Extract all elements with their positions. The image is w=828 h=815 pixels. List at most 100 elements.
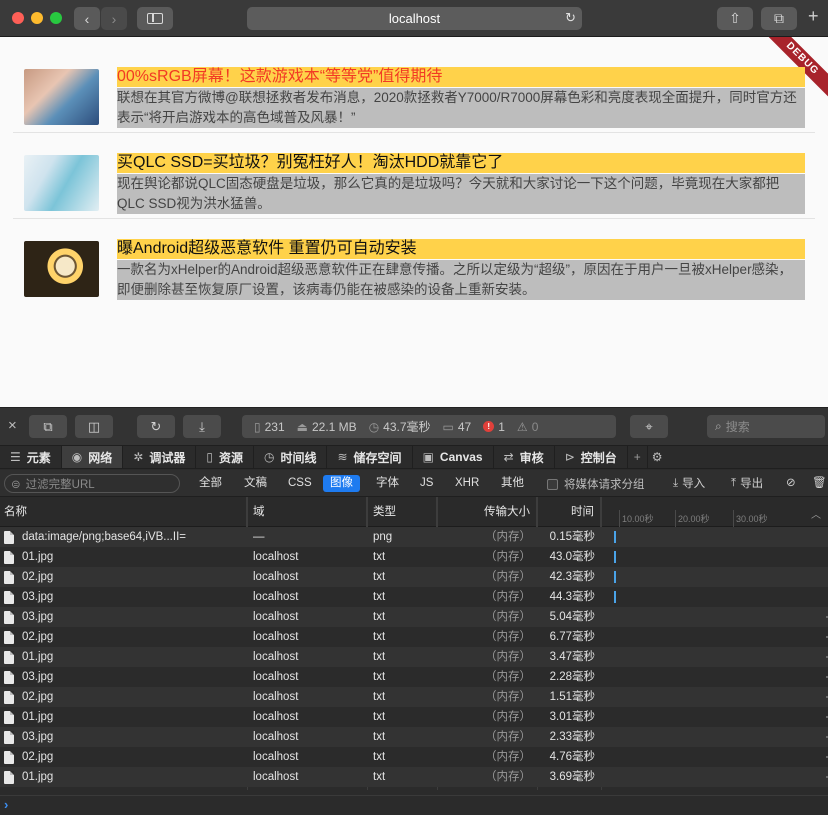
disable-cache-button[interactable]: ⊘ [786,475,796,489]
news-item[interactable]: 曝Android超级恶意软件 重置仍可自动安装 一款名为xHelper的Andr… [13,219,815,305]
table-row[interactable]: 02.jpg localhost txt （内存） 4.76毫秒 [0,747,828,767]
warning-count[interactable]: ⚠ 0 [517,420,538,434]
file-icon [4,770,14,784]
clear-log-button[interactable]: 🗑 [812,475,827,489]
log-count[interactable]: ▭ 47 [443,420,472,434]
page-stats: ▯ 231 ⏏ 22.1 MB ◷ 43.7毫秒 ▭ 47 ! 1 ⚠ 0 [242,415,616,438]
resource-time: 5.04毫秒 [549,611,595,623]
column-name[interactable]: 名称 [0,497,247,527]
news-title[interactable]: 买QLC SSD=买垃圾？别冤枉好人！淘汰HDD就靠它了 [117,153,805,173]
timeline-bar [614,591,616,603]
resource-transfer-size: （内存） [485,571,531,583]
zoom-window-button[interactable] [50,12,62,24]
filter-css[interactable]: CSS [281,475,319,492]
tab-timeline[interactable]: ◷ 时间线 [254,446,328,468]
tab-console[interactable]: ⊳ 控制台 [555,446,628,468]
close-window-button[interactable] [12,12,24,24]
resource-type: txt [373,731,386,743]
table-row[interactable]: 03.jpg localhost txt （内存） 2.33毫秒 [0,727,828,747]
collapse-icon[interactable]: ︿ [811,506,821,521]
tab-debugger[interactable]: ✲ 调试器 [123,446,197,468]
inspector-search[interactable]: ⌕ 搜索 [707,415,825,438]
file-icon [4,710,14,724]
file-icon [4,610,14,624]
tab-network[interactable]: ◉ 网络 [61,446,124,468]
resource-type: txt [373,711,386,723]
resource-name: 03.jpg [4,587,246,607]
resource-time: 2.33毫秒 [549,731,595,743]
reload-page-button[interactable]: ↻ [137,415,175,438]
url-filter-input[interactable]: ⊜ 过滤完整URL [4,474,180,493]
back-button[interactable]: ‹ [74,7,100,30]
import-button[interactable]: ⤓ 导入 [673,475,705,491]
download-archive-button[interactable]: ⤓ [183,415,221,438]
resource-transfer-size: （内存） [485,631,531,643]
table-row[interactable]: data:image/png;base64,iVB...II= — png （内存） 0… [0,527,828,547]
table-row[interactable]: 02.jpg localhost txt （内存） 1.51毫秒 [0,687,828,707]
resource-name: data:image/png;base64,iVB...II= [4,527,246,547]
table-row[interactable]: 01.jpg localhost txt （内存） 43.0毫秒 [0,547,828,567]
table-row[interactable]: 01.jpg localhost txt （内存） 3.69毫秒 [0,767,828,787]
canvas-icon: ▣ [422,450,434,464]
table-row[interactable]: 01.jpg localhost txt （内存） 3.47毫秒 [0,647,828,667]
dock-side-button[interactable]: ◫ [75,415,113,438]
resource-count[interactable]: ▯ 231 [254,420,285,434]
filter-images[interactable]: 图像 [323,475,360,492]
console-prompt-bar[interactable]: › [0,795,828,815]
settings-button[interactable]: ⚙ [648,446,667,468]
sidebar-toggle-button[interactable] [137,7,173,30]
tab-storage[interactable]: ≋ 储存空间 [327,446,413,468]
new-tab-button[interactable]: + [808,6,819,27]
resource-transfer-size: （内存） [485,771,531,783]
column-type[interactable]: 类型 [367,497,437,527]
filter-other[interactable]: 其他 [494,475,531,492]
timeline-tick: 20.00秒 [675,510,710,527]
address-bar[interactable]: localhost ↻ [247,7,582,30]
tabs-overview-button[interactable]: ⧉ [761,7,797,30]
table-row[interactable]: 03.jpg localhost txt （内存） 44.3毫秒 [0,587,828,607]
table-row[interactable]: 03.jpg localhost txt （内存） 2.28毫秒 [0,667,828,687]
share-icon: ⇧ [729,10,741,26]
column-domain[interactable]: 域 [247,497,367,527]
share-button[interactable]: ⇧ [717,7,753,30]
column-transfer-size[interactable]: 传输大小 [437,497,537,527]
table-row[interactable]: 03.jpg localhost txt （内存） 5.04毫秒 [0,607,828,627]
resource-time: 3.47毫秒 [549,651,595,663]
filter-all[interactable]: 全部 [192,475,229,492]
detach-button[interactable]: ⧉ [29,415,67,438]
reload-icon[interactable]: ↻ [565,10,576,26]
tab-resources[interactable]: ▯ 资源 [196,446,254,468]
filter-js[interactable]: JS [413,475,440,492]
export-button[interactable]: ⤒ 导出 [731,475,763,491]
browser-toolbar: ‹ › localhost ↻ ⇧ ⧉ + [0,0,828,37]
minimize-window-button[interactable] [31,12,43,24]
forward-button[interactable]: › [101,7,127,30]
resource-size[interactable]: ⏏ 22.1 MB [297,420,357,434]
news-item[interactable]: 00%sRGB屏幕！这款游戏本“等等党”值得期待 联想在其官方微博@联想拯救者发… [13,47,815,133]
table-row[interactable]: 02.jpg localhost txt （内存） 6.77毫秒 [0,627,828,647]
news-thumbnail [24,241,99,297]
add-tab-button[interactable]: + [628,446,648,468]
tab-audit[interactable]: ⇄ 审核 [494,446,555,468]
resource-transfer-size: （内存） [485,711,531,723]
element-picker-button[interactable]: ⌖ [630,415,668,438]
table-row[interactable]: 01.jpg localhost txt （内存） 3.01毫秒 [0,707,828,727]
column-time[interactable]: 时间 [537,497,601,527]
news-title[interactable]: 00%sRGB屏幕！这款游戏本“等等党”值得期待 [117,67,805,87]
news-item[interactable]: 买QLC SSD=买垃圾？别冤枉好人！淘汰HDD就靠它了 现在舆论都说QLC固态… [13,133,815,219]
filter-xhr[interactable]: XHR [448,475,486,492]
resource-name: 01.jpg [4,767,246,787]
news-title[interactable]: 曝Android超级恶意软件 重置仍可自动安装 [117,239,805,259]
tab-canvas[interactable]: ▣ Canvas [413,446,494,468]
filter-documents[interactable]: 文稿 [237,475,274,492]
checkbox[interactable] [547,478,558,490]
inspector-toolbar: × ⧉ ◫ ↻ ⤓ ▯ 231 ⏏ 22.1 MB ◷ 43.7毫秒 ▭ 47 ! 1 ⚠… [0,407,828,445]
tab-elements[interactable]: ☰ 元素 [0,446,62,468]
filter-fonts[interactable]: 字体 [369,475,406,492]
error-count[interactable]: ! 1 [483,420,505,434]
load-time[interactable]: ◷ 43.7毫秒 [369,418,431,435]
group-media-checkbox[interactable]: 将媒体请求分组 [547,476,645,492]
resource-name: 03.jpg [4,667,246,687]
table-row[interactable]: 02.jpg localhost txt （内存） 42.3毫秒 [0,567,828,587]
close-inspector-icon[interactable]: × [8,417,17,434]
